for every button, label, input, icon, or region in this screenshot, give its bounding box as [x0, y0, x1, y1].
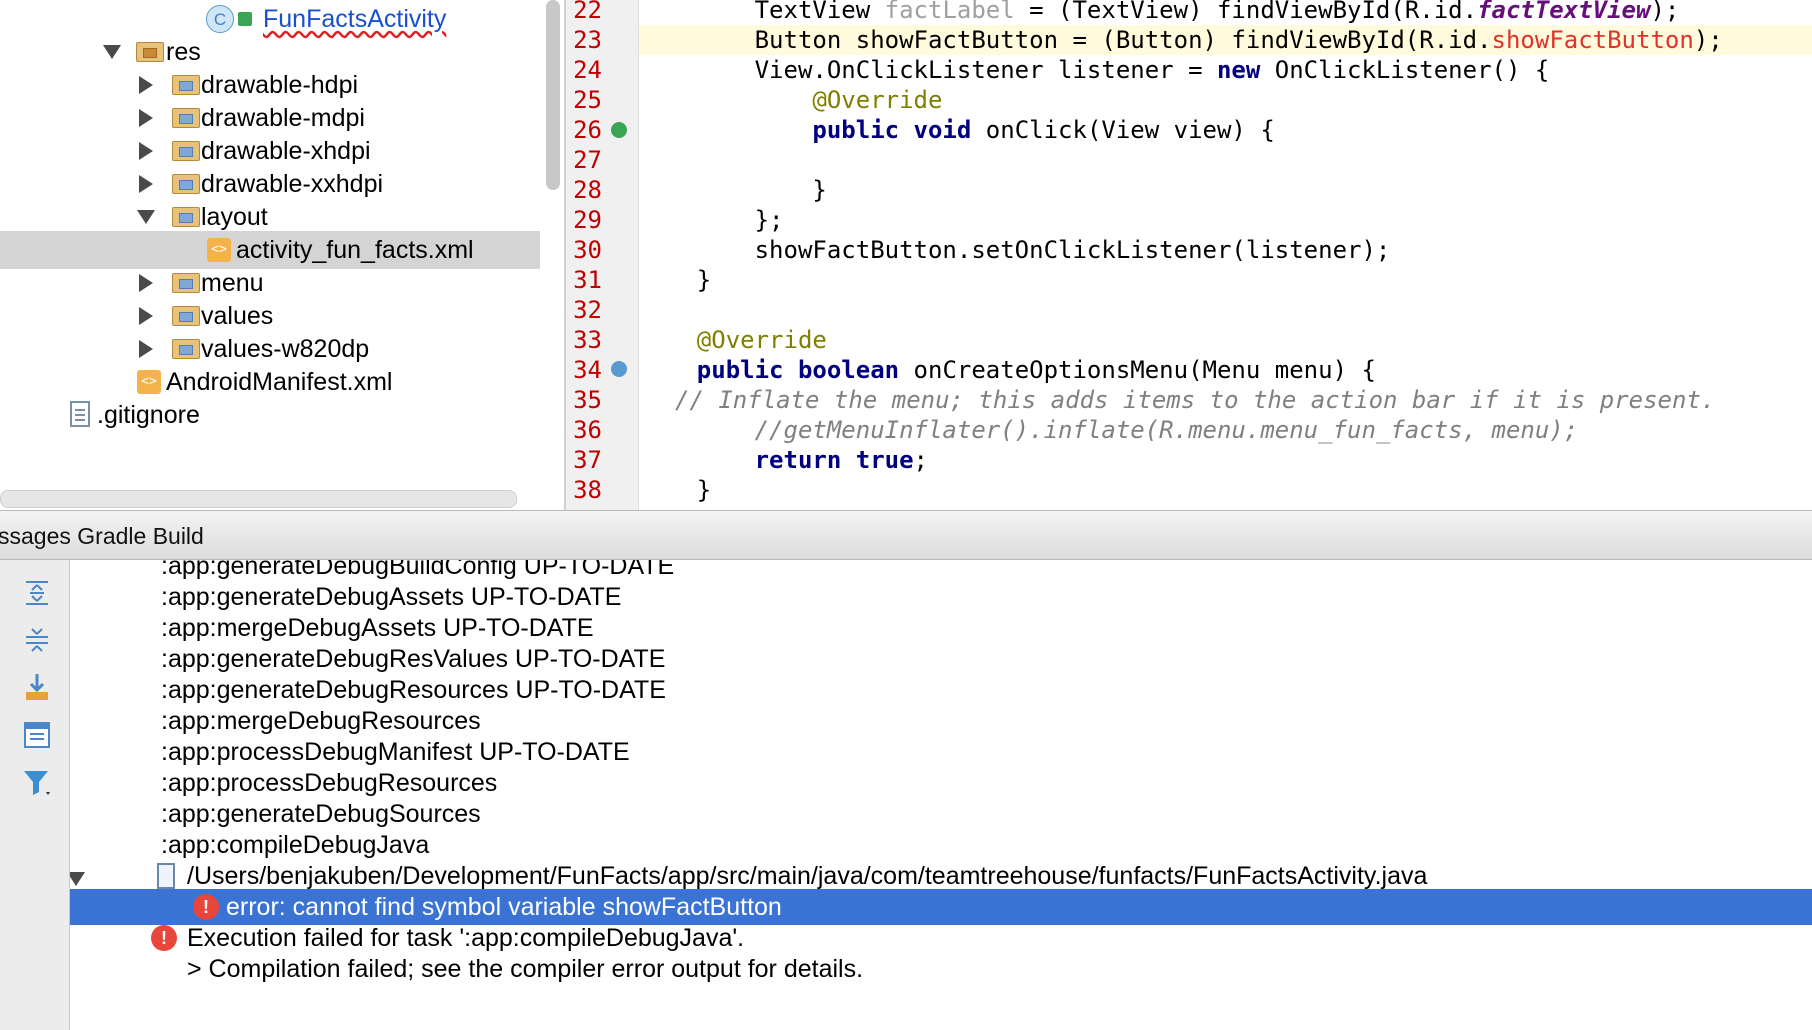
xml-file-icon: <> — [137, 370, 161, 394]
code-line-38: } — [639, 476, 712, 504]
code-line-28: } — [639, 176, 827, 204]
line-number: 38 — [573, 476, 602, 504]
line-number: 34 — [573, 356, 602, 384]
tool-window-toolbar — [0, 560, 70, 1030]
tree-item-label: FunFactsActivity — [263, 4, 447, 33]
code-line-37: return true; — [754, 446, 928, 474]
code-line-23: Button showFactButton = (Button) findVie… — [639, 25, 1812, 55]
code-line-35: // Inflate the menu; this adds items to … — [675, 386, 1716, 414]
tree-item-label: res — [166, 37, 201, 66]
collapse-arrow-icon[interactable] — [139, 175, 153, 193]
lock-icon — [238, 12, 252, 26]
line-number: 23 — [573, 26, 602, 54]
expand-all-icon[interactable] — [22, 578, 52, 608]
tree-item-label: drawable-mdpi — [201, 103, 365, 132]
build-messages-panel[interactable]: :app:generateDebugBuildConfig UP-TO-DATE… — [70, 560, 1812, 1030]
code-line-30: showFactButton.setOnClickListener(listen… — [639, 236, 1391, 264]
folder-icon — [172, 141, 200, 161]
implements-method-icon[interactable] — [611, 122, 627, 138]
tool-window-header: ssages Gradle Build — [0, 510, 1812, 560]
java-file-icon — [157, 863, 175, 889]
preview-icon[interactable] — [22, 720, 52, 750]
folder-icon — [172, 207, 200, 227]
xml-file-icon: <> — [207, 238, 231, 262]
line-number: 36 — [573, 416, 602, 444]
line-number: 22 — [573, 0, 602, 24]
tree-vertical-scrollbar[interactable] — [546, 0, 560, 190]
tool-window-title[interactable]: ssages Gradle Build — [0, 511, 204, 561]
folder-icon — [172, 273, 200, 293]
code-line-25: @Override — [812, 86, 943, 114]
code-line-26: public void onClick(View view) { — [812, 116, 1275, 144]
line-number: 37 — [573, 446, 602, 474]
code-line-33: @Override — [696, 326, 827, 354]
tree-item-gitignore[interactable]: .gitignore — [0, 396, 540, 434]
tree-horizontal-scrollbar[interactable] — [0, 490, 517, 508]
folder-icon — [172, 108, 200, 128]
collapse-arrow-icon[interactable] — [139, 109, 153, 127]
filter-icon[interactable] — [22, 768, 52, 798]
export-icon[interactable] — [22, 672, 52, 702]
line-number: 27 — [573, 146, 602, 174]
collapse-arrow-icon[interactable] — [139, 76, 153, 94]
code-line-34: public boolean onCreateOptionsMenu(Menu … — [696, 356, 1376, 384]
res-folder-icon — [136, 42, 164, 62]
tree-item-label: drawable-xxhdpi — [201, 169, 384, 198]
collapse-arrow-icon[interactable] — [139, 307, 153, 325]
tree-item-label: AndroidManifest.xml — [166, 367, 393, 396]
text-file-icon — [70, 401, 90, 427]
line-number: 32 — [573, 296, 602, 324]
code-editor[interactable]: TextView factLabel = (TextView) findView… — [639, 0, 1812, 510]
line-number: 31 — [573, 266, 602, 294]
tree-item-label: .gitignore — [97, 400, 200, 429]
class-icon: C — [206, 5, 234, 33]
tree-item-label: values — [201, 301, 274, 330]
folder-icon — [172, 306, 200, 326]
folder-icon — [172, 339, 200, 359]
expand-arrow-icon[interactable] — [137, 210, 155, 224]
collapse-arrow-icon[interactable] — [139, 142, 153, 160]
collapse-arrow-icon[interactable] — [139, 274, 153, 292]
line-number: 30 — [573, 236, 602, 264]
expand-arrow-icon[interactable] — [70, 872, 85, 886]
project-tree: C FunFactsActivity res drawable-hdpi dra… — [0, 0, 540, 510]
code-line-22: TextView factLabel = (TextView) findView… — [639, 0, 1680, 24]
collapse-arrow-icon[interactable] — [139, 340, 153, 358]
code-line-24: View.OnClickListener listener = new OnCl… — [639, 56, 1550, 84]
collapse-all-icon[interactable] — [22, 625, 52, 655]
error-icon: ! — [193, 894, 219, 920]
line-number: 25 — [573, 86, 602, 114]
tree-item-label: layout — [201, 202, 268, 231]
line-number: 24 — [573, 56, 602, 84]
tree-item-label: menu — [201, 268, 264, 297]
compilation-failed-row[interactable]: > Compilation failed; see the compiler e… — [70, 951, 1812, 987]
code-line-36: //getMenuInflater().inflate(R.menu.menu_… — [754, 416, 1579, 444]
tree-item-label: values-w820dp — [201, 334, 370, 363]
tree-item-label: drawable-xhdpi — [201, 136, 371, 165]
code-line-29: }; — [639, 206, 784, 234]
code-line-31: } — [639, 266, 712, 294]
line-number: 35 — [573, 386, 602, 414]
folder-icon — [172, 174, 200, 194]
tree-item-label: drawable-hdpi — [201, 70, 359, 99]
overrides-method-icon[interactable] — [611, 361, 627, 377]
line-number: 33 — [573, 326, 602, 354]
expand-arrow-icon[interactable] — [103, 45, 121, 59]
tree-item-label: activity_fun_facts.xml — [236, 235, 474, 264]
compilation-failed-message: > Compilation failed; see the compiler e… — [187, 955, 864, 983]
line-number: 28 — [573, 176, 602, 204]
error-icon: ! — [151, 925, 177, 951]
line-number: 29 — [573, 206, 602, 234]
folder-icon — [172, 75, 200, 95]
line-number: 26 — [573, 116, 602, 144]
